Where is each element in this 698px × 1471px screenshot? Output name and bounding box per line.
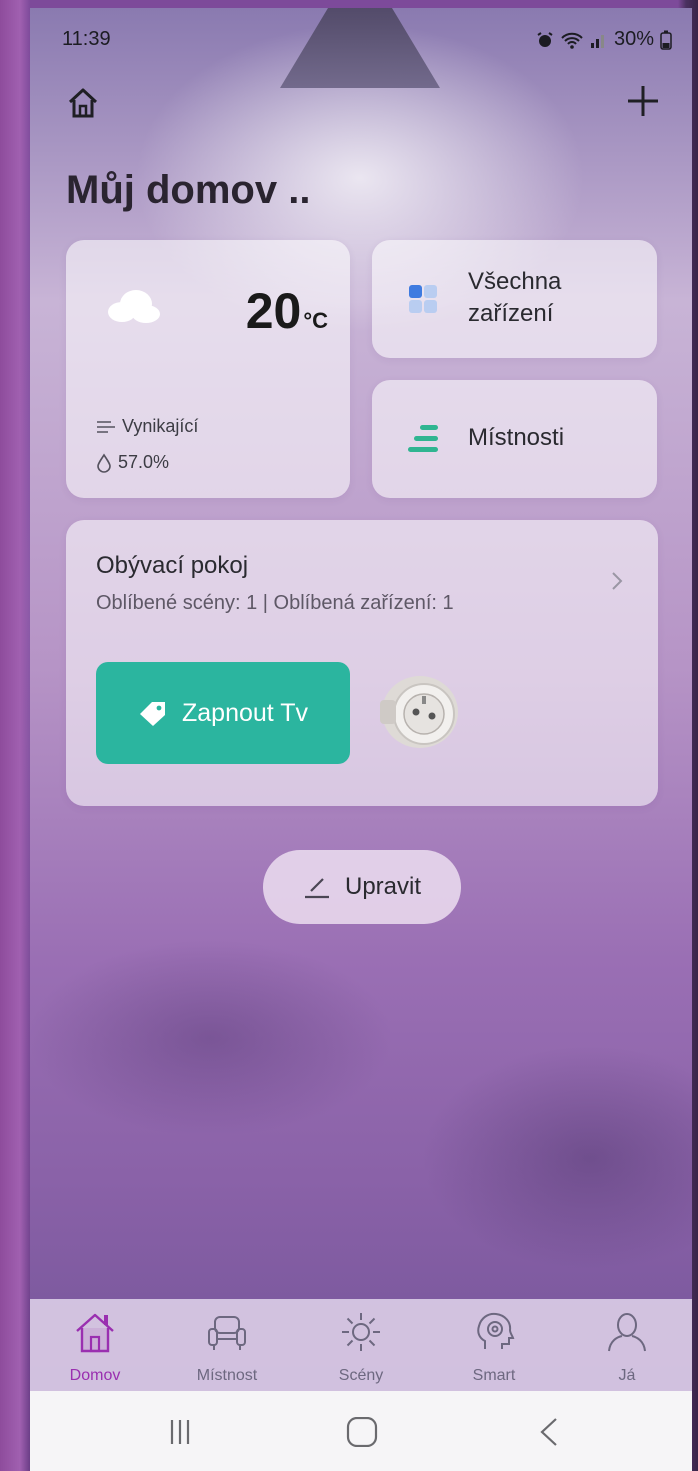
rooms-label: Místnosti: [468, 424, 565, 451]
signal-icon: [590, 34, 604, 48]
room-name: Obývací pokoj: [96, 552, 249, 579]
devices-grid-icon: [409, 285, 437, 313]
temperature-value: 20: [245, 283, 302, 339]
status-bar: 11:39 30%: [62, 28, 672, 54]
page-title: Můj domov ..: [66, 168, 311, 212]
all-devices-label-line2: zařízení: [468, 300, 554, 327]
weather-card[interactable]: 20°C Vynikající 57.0%: [66, 240, 350, 498]
tab-room[interactable]: Místnost: [172, 1309, 282, 1389]
rooms-list-icon: [408, 425, 438, 452]
room-favorites: Oblíbené scény: 1 | Oblíbená zařízení: 1: [96, 592, 454, 614]
tab-home-label: Domov: [69, 1367, 121, 1384]
tab-home[interactable]: Domov: [40, 1309, 150, 1389]
scene-button[interactable]: Zapnout Tv: [96, 662, 350, 764]
home-nav-icon[interactable]: [342, 1417, 382, 1447]
chevron-right-icon[interactable]: [610, 570, 624, 592]
cloud-icon: [108, 290, 160, 323]
home-icon: [76, 1313, 114, 1353]
edit-label: Upravit: [344, 873, 422, 900]
tab-smart[interactable]: Smart: [439, 1309, 549, 1389]
all-devices-button[interactable]: Všechna zařízení: [372, 240, 657, 358]
air-quality: Vynikající: [96, 416, 198, 437]
battery-text: 30%: [613, 28, 654, 50]
add-icon[interactable]: [626, 84, 660, 118]
bottom-tab-bar: Domov Místnost Scény Smart Já: [30, 1299, 692, 1391]
humidity-text: 57.0%: [118, 452, 170, 472]
rooms-button[interactable]: Místnosti: [372, 380, 657, 498]
recent-apps-icon[interactable]: [160, 1417, 200, 1447]
wifi-icon: [561, 32, 583, 49]
home-switch-icon[interactable]: [66, 86, 100, 120]
status-right: 30%: [536, 28, 672, 51]
status-time: 11:39: [62, 28, 111, 50]
humidity: 57.0%: [96, 452, 169, 473]
smart-plug-image[interactable]: [372, 670, 462, 750]
air-quality-text: Vynikající: [122, 416, 199, 436]
battery-icon: [660, 30, 672, 50]
temperature-unit: °C: [303, 308, 328, 333]
brain-icon: [477, 1312, 515, 1349]
water-drop-icon: [97, 453, 111, 473]
all-devices-label: Všechna zařízení: [468, 266, 561, 330]
armchair-icon: [208, 1316, 246, 1350]
tab-me-label: Já: [618, 1367, 636, 1384]
all-devices-label-line1: Všechna: [468, 268, 562, 295]
tag-icon: [139, 702, 165, 726]
sun-icon: [342, 1313, 380, 1351]
back-icon[interactable]: [530, 1417, 570, 1447]
tab-me[interactable]: Já: [572, 1309, 682, 1389]
temperature: 20°C: [246, 282, 328, 340]
app-screen: 11:39 30% Můj domov .. 20°C Vynikající 5…: [30, 8, 692, 1471]
tab-smart-label: Smart: [472, 1367, 516, 1384]
edit-pencil-icon: [304, 878, 329, 899]
air-quality-icon: [97, 420, 115, 433]
scene-label: Zapnout Tv: [181, 698, 308, 727]
alarm-icon: [537, 31, 553, 47]
tab-room-label: Místnost: [196, 1367, 258, 1384]
user-icon: [608, 1313, 646, 1352]
system-nav-bar: [30, 1391, 692, 1471]
tab-scenes[interactable]: Scény: [306, 1309, 416, 1389]
edit-button[interactable]: Upravit: [263, 850, 461, 924]
tab-scenes-label: Scény: [338, 1367, 384, 1384]
